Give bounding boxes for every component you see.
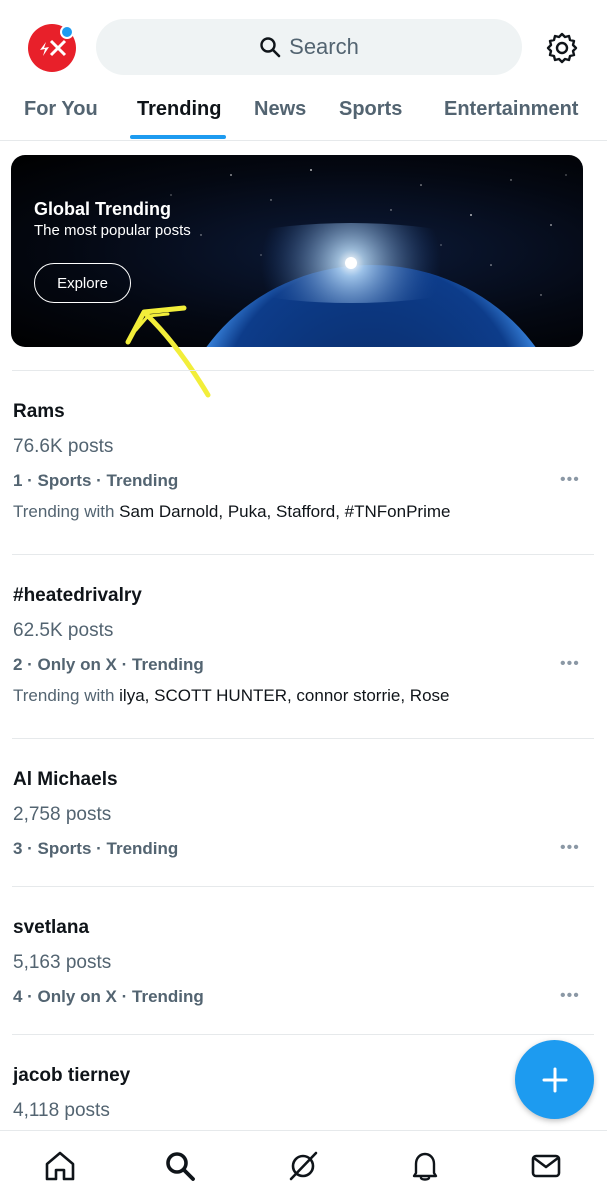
top-bar: Search	[0, 0, 607, 95]
notification-dot	[60, 25, 74, 39]
compose-post-button[interactable]	[515, 1040, 594, 1119]
grok-icon[interactable]	[286, 1149, 320, 1183]
trend-related: Trending with ilya, SCOTT HUNTER, connor…	[13, 686, 449, 706]
plus-icon	[542, 1067, 567, 1092]
tab-sports[interactable]: Sports	[339, 98, 402, 121]
search-bar[interactable]: Search	[96, 19, 522, 75]
search-icon	[260, 37, 281, 58]
trend-item[interactable]: jacob tierney 4,118 posts	[12, 1034, 594, 1131]
home-icon[interactable]	[43, 1149, 77, 1183]
trend-meta: 4 · Only on X · Trending	[13, 987, 204, 1006]
trend-meta: 3 · Sports · Trending	[13, 839, 179, 858]
tab-for-you[interactable]: For You	[24, 98, 98, 121]
trend-related: Trending with Sam Darnold, Puka, Staffor…	[13, 502, 450, 522]
trend-item[interactable]: Al Michaels 2,758 posts 3 · Sports · Tre…	[12, 738, 594, 887]
trend-item[interactable]: svetlana 5,163 posts 4 · Only on X · Tre…	[12, 886, 594, 1035]
banner-title: Global Trending	[34, 199, 172, 219]
profile-avatar[interactable]	[28, 24, 76, 72]
trend-post-count: 76.6K posts	[13, 436, 114, 457]
global-trending-banner[interactable]: Global Trending The most popular posts E…	[11, 155, 583, 347]
search-icon[interactable]	[163, 1149, 197, 1183]
trend-title: Rams	[13, 401, 65, 422]
more-options-icon[interactable]: •••	[560, 471, 580, 489]
banner-subtitle: The most popular posts	[34, 222, 191, 239]
trend-title: svetlana	[13, 917, 90, 938]
more-options-icon[interactable]: •••	[560, 655, 580, 673]
tab-entertainment[interactable]: Entertainment	[444, 98, 578, 121]
search-placeholder: Search	[289, 34, 359, 59]
explore-button[interactable]: Explore	[34, 263, 131, 303]
bell-icon[interactable]	[408, 1149, 442, 1183]
more-options-icon[interactable]: •••	[560, 839, 580, 857]
mail-icon[interactable]	[529, 1149, 563, 1183]
trend-item[interactable]: #heatedrivalry 62.5K posts 2 · Only on X…	[12, 554, 594, 739]
trend-post-count: 2,758 posts	[13, 804, 112, 825]
trend-item[interactable]: Rams 76.6K posts 1 · Sports · Trending T…	[12, 370, 594, 555]
trend-post-count: 62.5K posts	[13, 620, 114, 641]
tab-bar: For You Trending News Sports Entertainme…	[0, 88, 607, 141]
tab-trending[interactable]: Trending	[137, 98, 221, 121]
trend-title: #heatedrivalry	[13, 585, 142, 606]
trending-with-names[interactable]: ilya, SCOTT HUNTER, connor storrie, Rose	[119, 686, 449, 705]
trending-with-prefix: Trending with	[13, 686, 115, 705]
active-tab-indicator	[130, 135, 226, 139]
trend-meta: 2 · Only on X · Trending	[13, 655, 204, 674]
trend-post-count: 4,118 posts	[13, 1100, 110, 1121]
trending-with-prefix: Trending with	[13, 502, 115, 521]
bottom-nav	[0, 1130, 607, 1201]
trend-meta: 1 · Sports · Trending	[13, 471, 179, 490]
tab-news[interactable]: News	[254, 98, 306, 121]
trend-title: Al Michaels	[13, 769, 118, 790]
earth-horizon-image	[170, 169, 567, 347]
trending-with-names[interactable]: Sam Darnold, Puka, Stafford, #TNFonPrime	[119, 502, 450, 521]
more-options-icon[interactable]: •••	[560, 987, 580, 1005]
gear-icon[interactable]	[544, 30, 580, 66]
trend-post-count: 5,163 posts	[13, 952, 112, 973]
trend-title: jacob tierney	[13, 1065, 131, 1086]
